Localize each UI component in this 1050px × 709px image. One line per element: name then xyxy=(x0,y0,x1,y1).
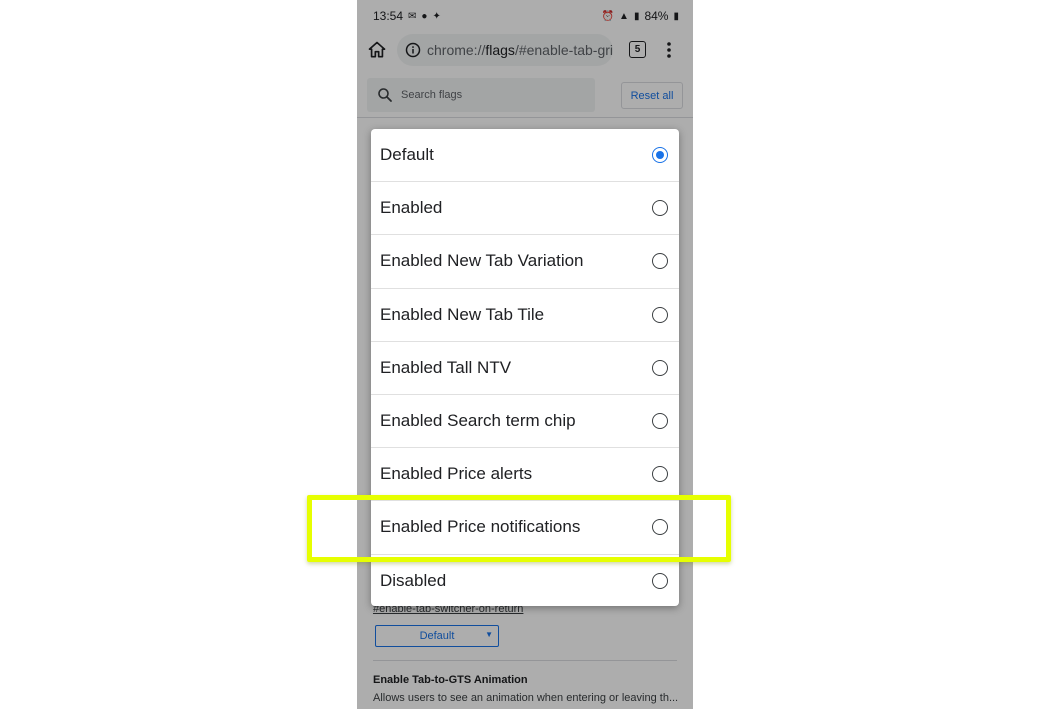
phone-screen: 13:54 ✉ ● ✦ ⏰ ▲ ▮ 84% ▮ chrome://flags/#… xyxy=(357,0,693,709)
option-disabled[interactable]: Disabled xyxy=(371,555,679,607)
option-enabled-tall-ntv[interactable]: Enabled Tall NTV xyxy=(371,342,679,395)
option-label: Enabled New Tab Variation xyxy=(380,251,584,271)
radio-button[interactable] xyxy=(652,200,668,217)
option-label: Default xyxy=(380,145,434,165)
option-enabled-new-tab-tile[interactable]: Enabled New Tab Tile xyxy=(371,289,679,342)
option-enabled[interactable]: Enabled xyxy=(371,182,679,236)
option-label: Enabled New Tab Tile xyxy=(380,304,545,324)
highlight-annotation xyxy=(307,495,731,562)
radio-button[interactable] xyxy=(652,306,668,323)
radio-button[interactable] xyxy=(652,359,668,376)
option-label: Enabled Tall NTV xyxy=(380,357,512,377)
radio-button[interactable] xyxy=(652,253,668,270)
option-label: Enabled Price alerts xyxy=(380,464,533,484)
option-enabled-new-tab-variation[interactable]: Enabled New Tab Variation xyxy=(371,235,679,289)
option-label: Enabled Search term chip xyxy=(380,411,576,431)
radio-button[interactable] xyxy=(652,147,668,164)
option-enabled-price-alerts[interactable]: Enabled Price alerts xyxy=(371,448,679,502)
option-enabled-search-term-chip[interactable]: Enabled Search term chip xyxy=(371,395,679,449)
radio-button[interactable] xyxy=(652,573,668,590)
option-label: Enabled xyxy=(380,198,443,218)
radio-button[interactable] xyxy=(652,466,668,483)
option-default[interactable]: Default xyxy=(371,129,679,183)
option-label: Disabled xyxy=(380,571,447,591)
radio-button[interactable] xyxy=(652,413,668,430)
